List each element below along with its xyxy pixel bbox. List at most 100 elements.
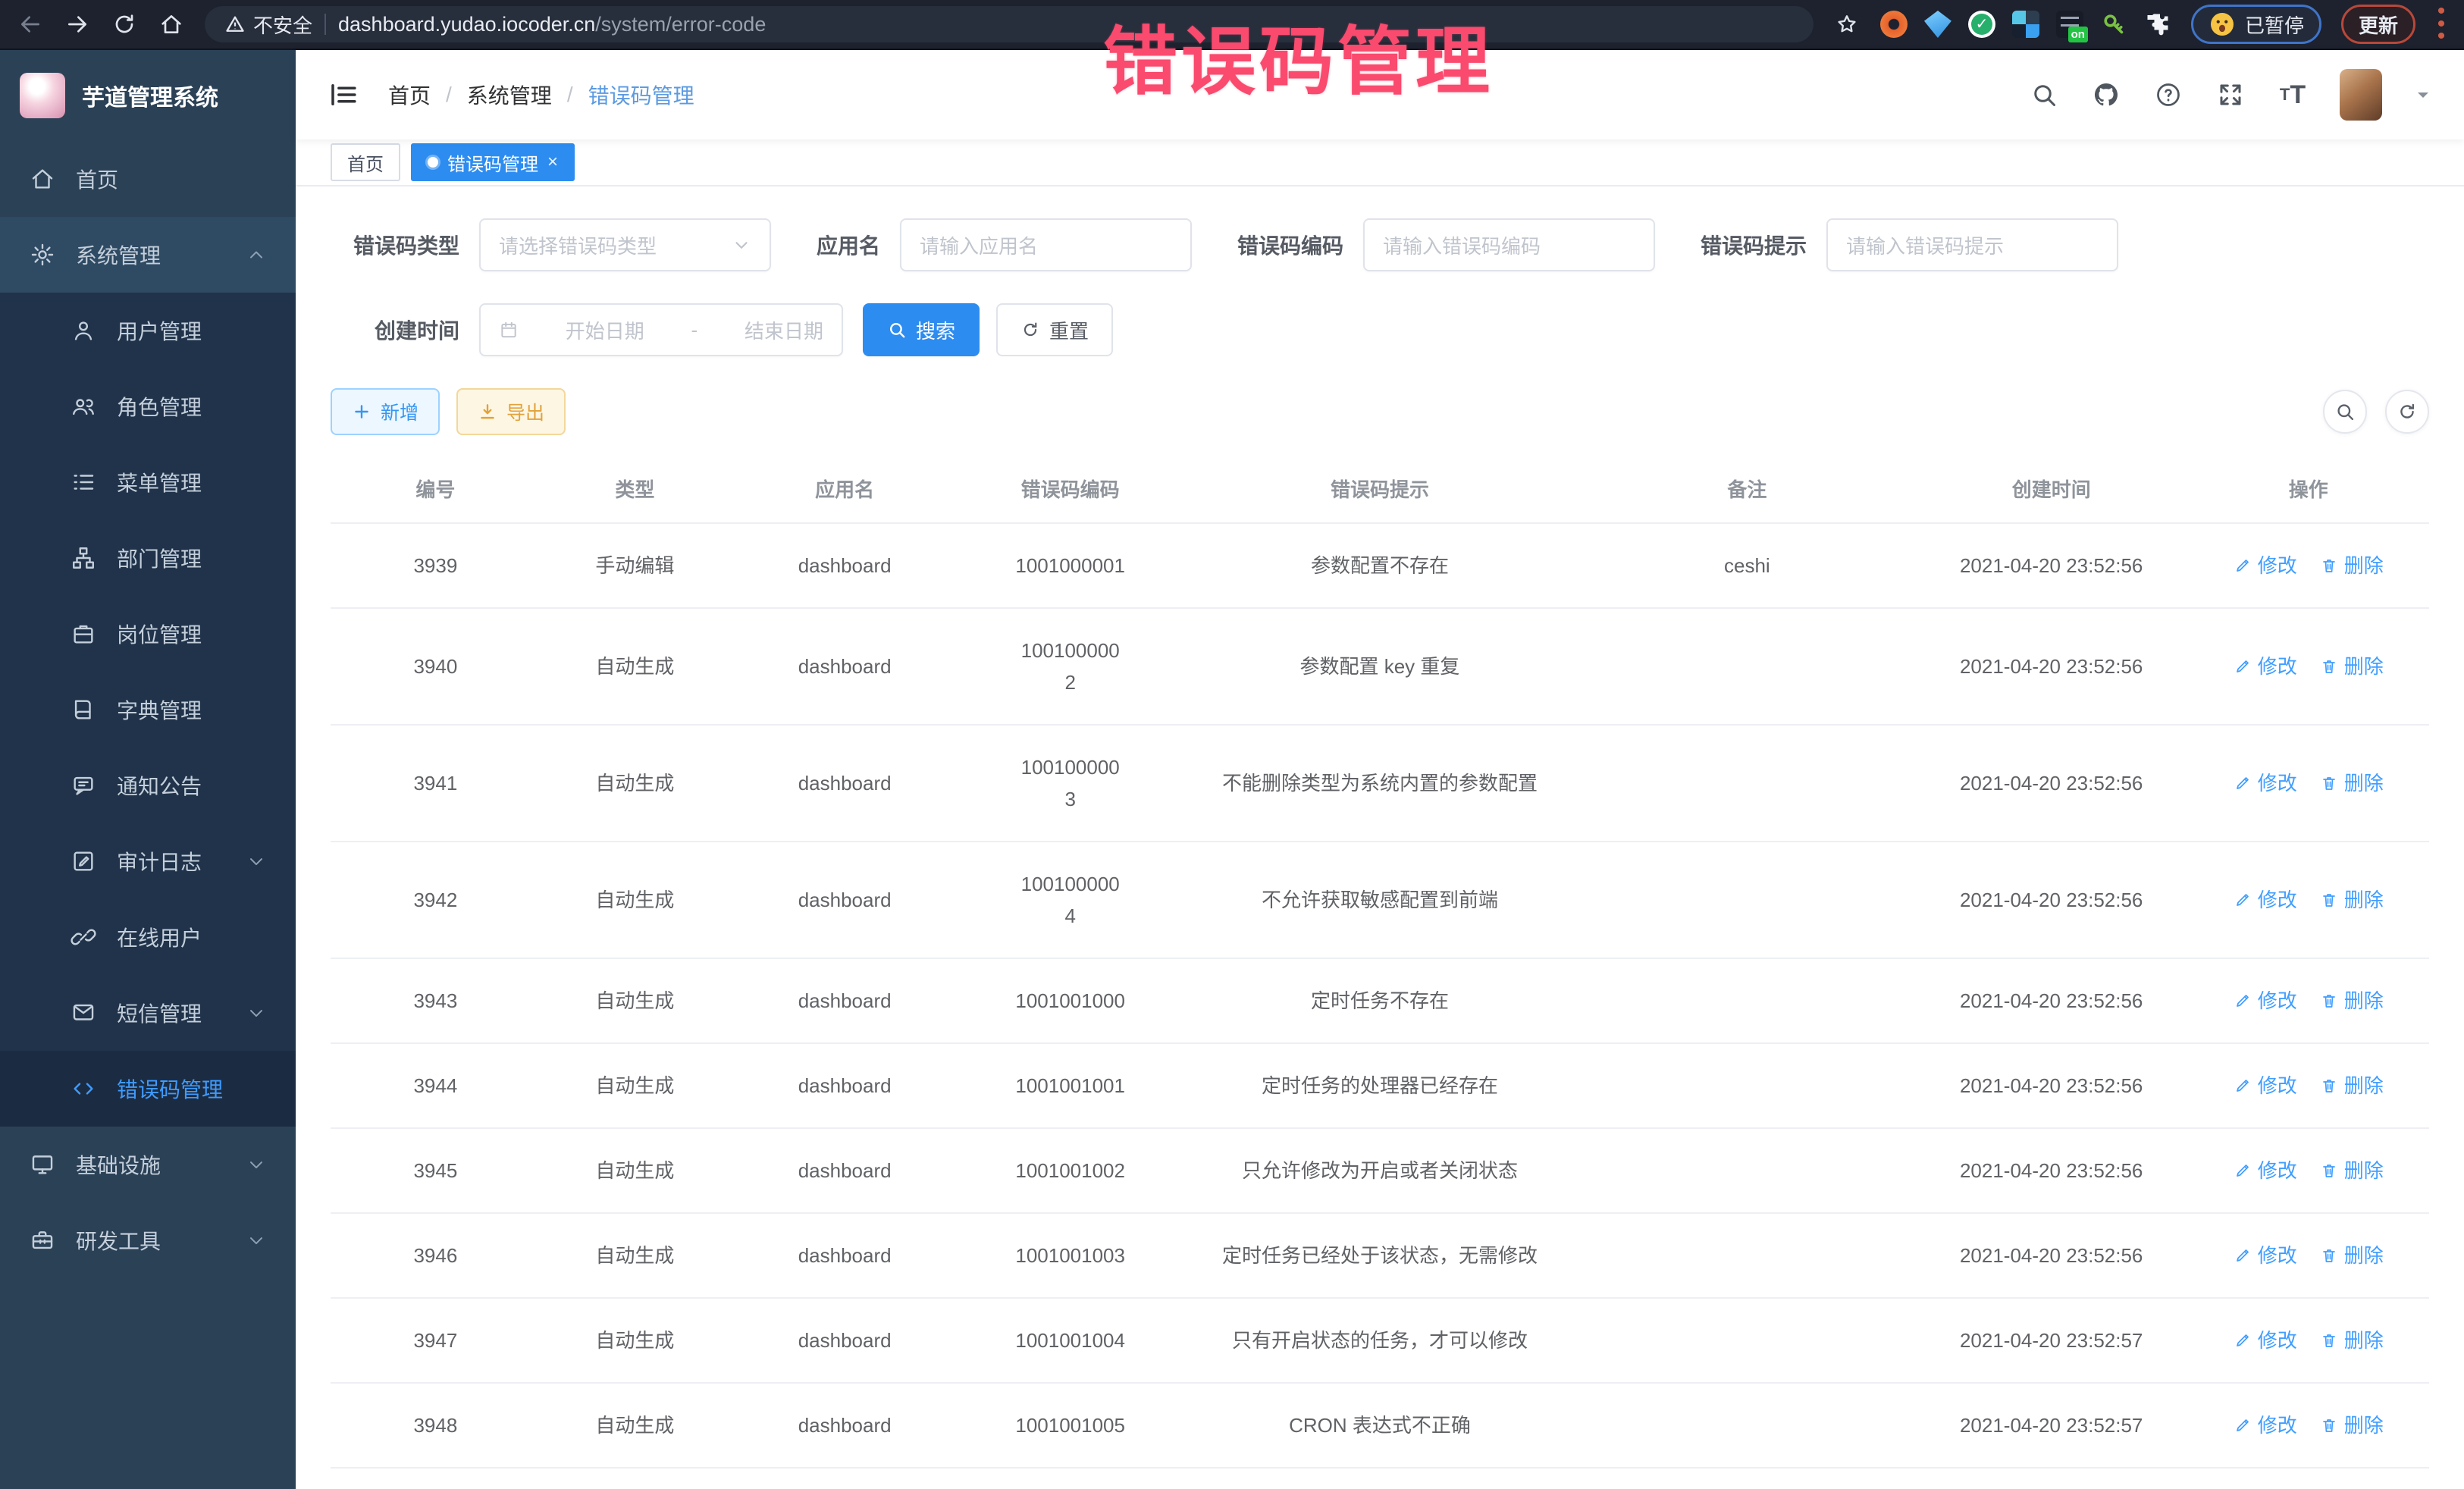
cell-hint: 参数配置不存在 (1180, 523, 1579, 608)
user-avatar[interactable] (2340, 69, 2382, 121)
sidebar-item-11[interactable]: 短信管理 (0, 975, 296, 1051)
sidebar-item-3[interactable]: 角色管理 (0, 368, 296, 444)
error-code-input[interactable]: 请输入错误码编码 (1363, 218, 1655, 271)
sidebar-item-14[interactable]: 研发工具 (0, 1202, 296, 1278)
extension-list-on-icon[interactable] (2056, 11, 2083, 38)
delete-link[interactable]: 删除 (2320, 1324, 2384, 1356)
edit-link[interactable]: 修改 (2234, 985, 2297, 1017)
edit-link[interactable]: 修改 (2234, 650, 2297, 682)
warning-triangle-icon (224, 14, 246, 35)
search-icon[interactable] (2029, 80, 2059, 110)
link-icon (70, 923, 97, 951)
cell-type: 手动编辑 (541, 523, 729, 608)
sidebar-item-7[interactable]: 字典管理 (0, 672, 296, 748)
tag-close-icon[interactable]: × (547, 153, 558, 171)
browser-reload-icon[interactable] (111, 11, 138, 38)
edit-link[interactable]: 修改 (2234, 1409, 2297, 1441)
breadcrumb-current: 错误码管理 (588, 80, 694, 110)
sidebar-item-2[interactable]: 用户管理 (0, 293, 296, 368)
delete-link[interactable]: 删除 (2320, 884, 2384, 916)
export-button[interactable]: 导出 (456, 388, 566, 435)
delete-link[interactable]: 删除 (2320, 1409, 2384, 1441)
bookmark-star-icon[interactable] (1833, 11, 1861, 38)
cell-remark (1579, 1128, 1915, 1213)
edit-link[interactable]: 修改 (2234, 884, 2297, 916)
sidebar-item-9[interactable]: 审计日志 (0, 823, 296, 899)
edit-link[interactable]: 修改 (2234, 767, 2297, 799)
breadcrumb-home[interactable]: 首页 (388, 80, 431, 110)
date-range-picker[interactable]: 开始日期 - 结束日期 (479, 303, 843, 356)
extension-gem-icon[interactable] (1924, 11, 1951, 38)
edit-link[interactable]: 修改 (2234, 1070, 2297, 1102)
browser-toolbar: 不安全 dashboard.yudao.iocoder.cn/system/er… (0, 0, 2464, 50)
cell-time: 2021-04-20 23:52:57 (1915, 1383, 2188, 1468)
sidebar-item-1[interactable]: 系统管理 (0, 217, 296, 293)
edit-link[interactable]: 修改 (2234, 550, 2297, 581)
extension-puzzle-icon[interactable] (2144, 11, 2171, 38)
edit-link[interactable]: 修改 (2234, 1324, 2297, 1356)
help-icon[interactable] (2153, 80, 2183, 110)
tag-home[interactable]: 首页 (331, 143, 400, 181)
cell-hint: 定时任务的处理器已经存在 (1180, 1043, 1579, 1128)
cell-hint: 不允许获取敏感配置到前端 (1180, 842, 1579, 958)
sidebar-fold-icon[interactable] (328, 79, 359, 111)
extension-check-icon[interactable]: ✓ (1968, 11, 1995, 38)
cell-app: dashboard (729, 1128, 960, 1213)
delete-link[interactable]: 删除 (2320, 985, 2384, 1017)
add-button[interactable]: 新增 (331, 388, 440, 435)
date-start-placeholder[interactable]: 开始日期 (566, 316, 644, 344)
browser-forward-icon[interactable] (64, 11, 91, 38)
sidebar-item-4[interactable]: 菜单管理 (0, 444, 296, 520)
edit-link[interactable]: 修改 (2234, 1240, 2297, 1271)
browser-update-button[interactable]: 更新 (2341, 5, 2415, 44)
address-bar[interactable]: 不安全 dashboard.yudao.iocoder.cn/system/er… (205, 6, 1814, 42)
app-name-input[interactable]: 请输入应用名 (900, 218, 1192, 271)
sidebar-item-13[interactable]: 基础设施 (0, 1127, 296, 1202)
sidebar-item-12[interactable]: 错误码管理 (0, 1051, 296, 1127)
sidebar-item-6[interactable]: 岗位管理 (0, 596, 296, 672)
delete-link[interactable]: 删除 (2320, 550, 2384, 581)
font-size-icon[interactable]: TT (2277, 80, 2308, 110)
cell-id: 3944 (331, 1043, 541, 1128)
sidebar-item-5[interactable]: 部门管理 (0, 520, 296, 596)
edit-link[interactable]: 修改 (2234, 1155, 2297, 1186)
delete-link[interactable]: 删除 (2320, 1155, 2384, 1186)
cell-remark (1579, 958, 1915, 1043)
cell-type: 自动生成 (541, 1383, 729, 1468)
error-type-select[interactable]: 请选择错误码类型 (479, 218, 771, 271)
security-warning[interactable]: 不安全 (224, 11, 312, 39)
extension-orange-icon[interactable] (1880, 11, 1908, 38)
cell-hint: 只有开启状态的任务，才可以修改 (1180, 1298, 1579, 1383)
filter-app-name: 应用名 请输入应用名 (817, 218, 1192, 271)
sidebar-item-8[interactable]: 通知公告 (0, 748, 296, 823)
browser-home-icon[interactable] (158, 11, 185, 38)
date-end-placeholder[interactable]: 结束日期 (745, 316, 823, 344)
search-button[interactable]: 搜索 (863, 303, 980, 356)
sidebar-item-0[interactable]: 首页 (0, 141, 296, 217)
fullscreen-icon[interactable] (2215, 80, 2246, 110)
browser-back-icon[interactable] (17, 11, 44, 38)
extension-key-icon[interactable] (2100, 11, 2127, 38)
error-hint-input[interactable]: 请输入错误码提示 (1826, 218, 2118, 271)
delete-link[interactable]: 删除 (2320, 1240, 2384, 1271)
delete-link[interactable]: 删除 (2320, 767, 2384, 799)
delete-link[interactable]: 删除 (2320, 1070, 2384, 1102)
app-logo-row[interactable]: 芋道管理系统 (0, 50, 296, 141)
browser-profile-chip[interactable]: 已暂停 (2191, 5, 2321, 44)
table-row: 3945自动生成dashboard1001001002只允许修改为开启或者关闭状… (331, 1128, 2429, 1213)
browser-menu-icon[interactable]: ••• (2435, 5, 2447, 43)
refresh-table-button[interactable] (2385, 390, 2429, 434)
delete-link[interactable]: 删除 (2320, 650, 2384, 682)
avatar-caret-icon[interactable] (2414, 86, 2432, 104)
github-icon[interactable] (2091, 80, 2121, 110)
search-icon (887, 320, 907, 340)
show-search-toggle-button[interactable] (2323, 390, 2367, 434)
breadcrumb-system[interactable]: 系统管理 (467, 80, 552, 110)
extension-squares-icon[interactable] (2012, 11, 2039, 38)
app-title: 芋道管理系统 (82, 79, 218, 112)
book-icon (70, 696, 97, 723)
reset-button[interactable]: 重置 (996, 303, 1113, 356)
sidebar-item-10[interactable]: 在线用户 (0, 899, 296, 975)
profile-emoji-icon (2209, 11, 2236, 38)
tag-error-code[interactable]: 错误码管理 × (411, 143, 575, 181)
